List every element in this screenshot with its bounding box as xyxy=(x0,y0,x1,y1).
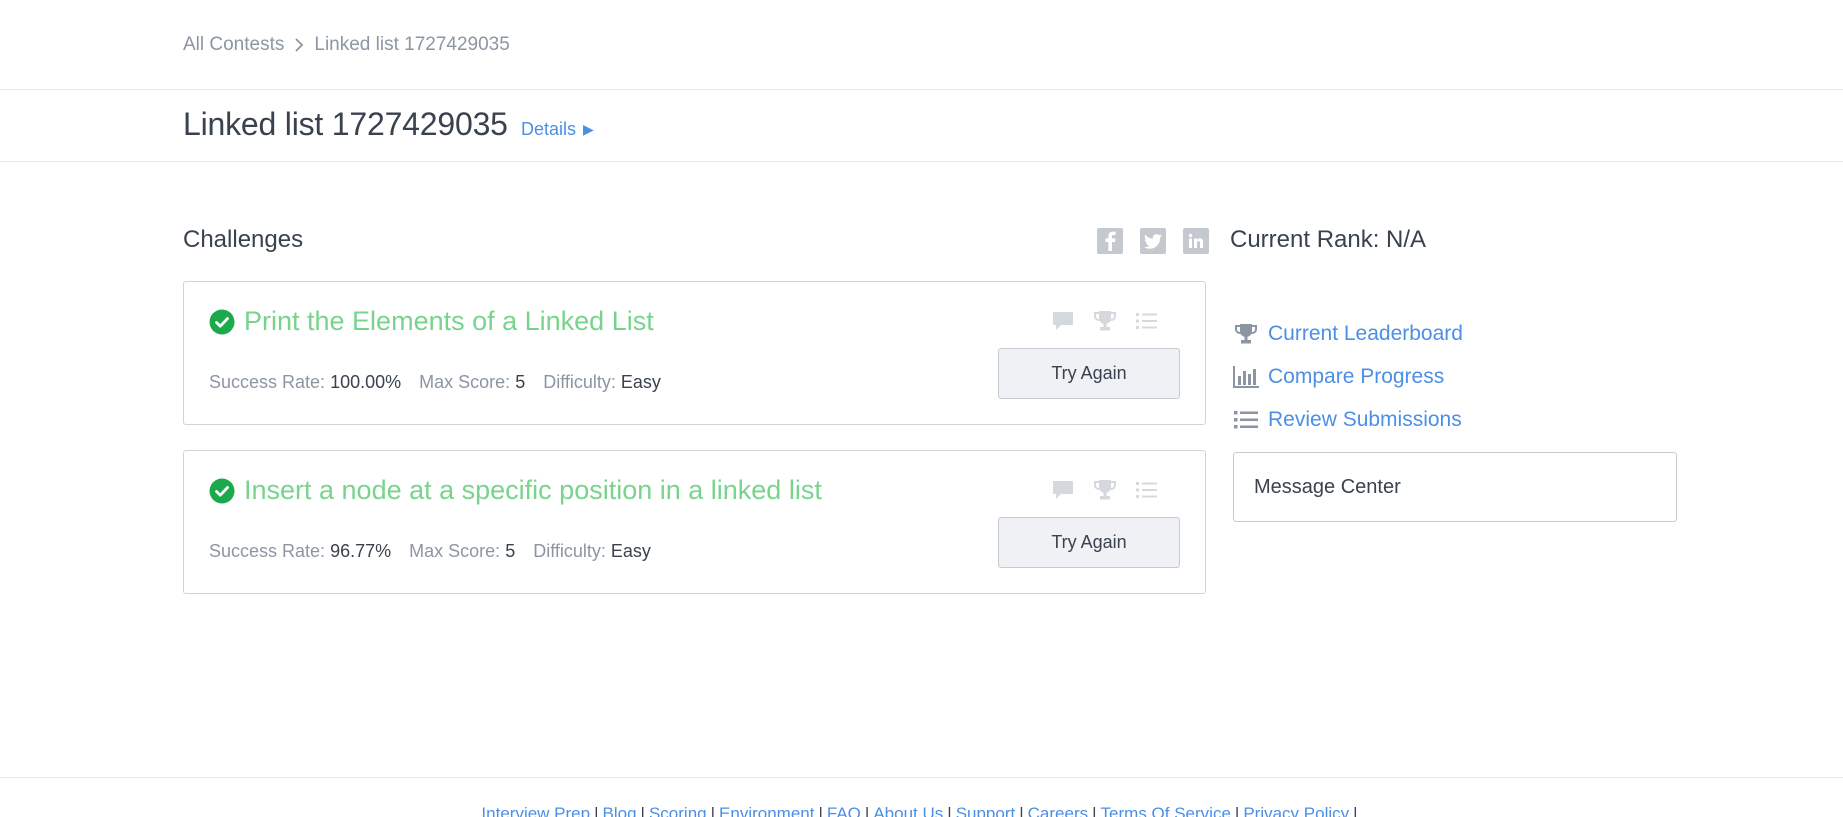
breadcrumb: All Contests Linked list 1727429035 xyxy=(183,34,510,56)
try-again-button[interactable]: Try Again xyxy=(998,517,1180,568)
footer-link-blog[interactable]: Blog xyxy=(603,804,637,817)
trophy-icon[interactable] xyxy=(1093,479,1117,501)
difficulty: Difficulty: Easy xyxy=(533,541,651,562)
challenge-title: Print the Elements of a Linked List xyxy=(244,306,654,336)
challenge-card: Print the Elements of a Linked List Succ… xyxy=(183,281,1206,425)
linkedin-icon[interactable] xyxy=(1183,228,1209,254)
success-rate-label: Success Rate: xyxy=(209,541,326,561)
difficulty-label: Difficulty: xyxy=(533,541,606,561)
footer: Interview Prep | Blog | Scoring | Environment |… xyxy=(0,777,1843,817)
footer-link-about-us[interactable]: About Us xyxy=(873,804,943,817)
list-icon[interactable] xyxy=(1135,479,1159,501)
chevron-right-icon xyxy=(294,38,304,52)
challenge-card: Insert a node at a specific position in … xyxy=(183,450,1206,594)
challenge-title-link[interactable]: Insert a node at a specific position in … xyxy=(209,475,822,506)
page-title: Linked list 1727429035 xyxy=(183,106,508,142)
details-link[interactable]: Details ▶ xyxy=(521,119,594,140)
bar-chart-icon xyxy=(1232,365,1260,389)
twitter-icon[interactable] xyxy=(1140,228,1166,254)
current-leaderboard-label: Current Leaderboard xyxy=(1268,321,1463,345)
list-icon xyxy=(1232,408,1260,432)
footer-link-careers[interactable]: Careers xyxy=(1028,804,1088,817)
trophy-icon xyxy=(1232,322,1260,346)
footer-links: Interview Prep | Blog | Scoring | Environment |… xyxy=(0,804,1843,817)
title-bar: Linked list 1727429035 Details ▶ xyxy=(0,90,1843,162)
difficulty-value: Easy xyxy=(610,541,651,561)
max-score-label: Max Score: xyxy=(409,541,501,561)
success-rate: Success Rate: 96.77% xyxy=(209,541,391,562)
share-icons xyxy=(1097,228,1209,254)
max-score: Max Score: 5 xyxy=(419,372,525,393)
play-arrow-icon: ▶ xyxy=(583,121,594,137)
list-icon[interactable] xyxy=(1135,310,1159,332)
footer-link-faq[interactable]: FAQ xyxy=(827,804,861,817)
message-center[interactable]: Message Center xyxy=(1233,452,1677,522)
challenge-actions xyxy=(1051,310,1159,332)
discussion-icon[interactable] xyxy=(1051,479,1075,501)
footer-link-terms[interactable]: Terms Of Service xyxy=(1101,804,1231,817)
footer-link-privacy[interactable]: Privacy Policy xyxy=(1243,804,1349,817)
facebook-icon[interactable] xyxy=(1097,228,1123,254)
review-submissions-label: Review Submissions xyxy=(1268,407,1462,431)
breadcrumb-current: Linked list 1727429035 xyxy=(314,34,510,55)
footer-link-interview-prep[interactable]: Interview Prep xyxy=(481,804,590,817)
challenge-meta: Success Rate: 96.77% Max Score: 5 Diffic… xyxy=(209,541,669,562)
challenge-title: Insert a node at a specific position in … xyxy=(244,475,822,505)
compare-progress-link[interactable]: Compare Progress xyxy=(1232,355,1463,398)
difficulty: Difficulty: Easy xyxy=(543,372,661,393)
check-circle-icon xyxy=(209,478,235,504)
max-score: Max Score: 5 xyxy=(409,541,515,562)
difficulty-label: Difficulty: xyxy=(543,372,616,392)
footer-link-environment[interactable]: Environment xyxy=(719,804,814,817)
sidebar-links: Current Leaderboard Compare Progress Rev… xyxy=(1232,312,1463,441)
success-rate-value: 96.77% xyxy=(330,541,392,561)
max-score-value: 5 xyxy=(505,541,516,561)
review-submissions-link[interactable]: Review Submissions xyxy=(1232,398,1463,441)
try-again-button[interactable]: Try Again xyxy=(998,348,1180,399)
compare-progress-label: Compare Progress xyxy=(1268,364,1445,388)
challenge-meta: Success Rate: 100.00% Max Score: 5 Diffi… xyxy=(209,372,679,393)
current-rank: Current Rank: N/A xyxy=(1230,226,1427,253)
discussion-icon[interactable] xyxy=(1051,310,1075,332)
challenges-heading: Challenges xyxy=(183,226,304,253)
max-score-label: Max Score: xyxy=(419,372,511,392)
check-circle-icon xyxy=(209,309,235,335)
details-label: Details xyxy=(521,119,577,139)
difficulty-value: Easy xyxy=(620,372,661,392)
breadcrumb-all-contests[interactable]: All Contests xyxy=(183,34,284,56)
trophy-icon[interactable] xyxy=(1093,310,1117,332)
max-score-value: 5 xyxy=(515,372,526,392)
breadcrumb-bar: All Contests Linked list 1727429035 xyxy=(0,0,1843,90)
footer-link-scoring[interactable]: Scoring xyxy=(649,804,707,817)
success-rate-value: 100.00% xyxy=(330,372,402,392)
footer-link-support[interactable]: Support xyxy=(956,804,1016,817)
success-rate: Success Rate: 100.00% xyxy=(209,372,401,393)
success-rate-label: Success Rate: xyxy=(209,372,326,392)
challenge-title-link[interactable]: Print the Elements of a Linked List xyxy=(209,306,654,337)
current-leaderboard-link[interactable]: Current Leaderboard xyxy=(1232,312,1463,355)
challenge-actions xyxy=(1051,479,1159,501)
